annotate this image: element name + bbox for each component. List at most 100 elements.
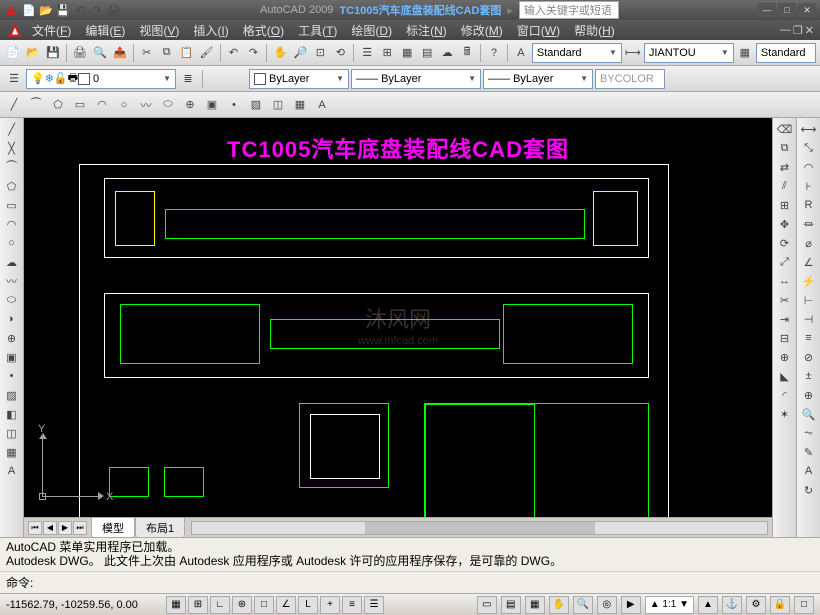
app-menu-button[interactable] — [4, 3, 18, 17]
vregion-icon[interactable]: ◫ — [3, 424, 21, 442]
layer-state-icon[interactable]: ≣ — [178, 69, 198, 89]
clean-screen-icon[interactable]: □ — [794, 596, 814, 614]
workspace-switch-icon[interactable]: ⚙ — [746, 596, 766, 614]
tablestyle-combo[interactable]: Standard — [756, 43, 816, 63]
vpolygon-icon[interactable]: ⬠ — [3, 177, 21, 195]
center-mark-icon[interactable]: ⊕ — [800, 386, 818, 404]
line-icon[interactable]: ╱ — [4, 95, 24, 115]
infocenter-search[interactable]: 输入关键字或短语 — [519, 1, 619, 19]
textstyle-icon[interactable]: A — [512, 43, 530, 63]
paste-icon[interactable]: 📋 — [178, 43, 196, 63]
dim-linear-icon[interactable]: ⟷ — [800, 120, 818, 138]
polygon-icon[interactable]: ⬠ — [48, 95, 68, 115]
scale-icon[interactable]: ⤢ — [776, 253, 794, 271]
maximize-button[interactable]: □ — [778, 3, 796, 17]
lwt-toggle[interactable]: ≡ — [342, 596, 362, 614]
quickview-drawings-icon[interactable]: ▦ — [525, 596, 545, 614]
menu-w[interactable]: 窗口(W) — [511, 20, 566, 41]
zoom-realtime-icon[interactable]: 🔎 — [291, 43, 309, 63]
doc-minimize-button[interactable]: — — [780, 24, 791, 37]
plot-icon[interactable]: 🖨 — [71, 43, 89, 63]
tab-first-icon[interactable]: ⏮ — [28, 521, 42, 535]
autocad-logo-icon[interactable] — [6, 21, 24, 39]
menu-o[interactable]: 格式(O) — [237, 20, 290, 41]
menu-m[interactable]: 修改(M) — [455, 20, 509, 41]
insert-icon[interactable]: ⊕ — [180, 95, 200, 115]
qat-redo-icon[interactable]: ↷ — [90, 3, 104, 17]
dim-radius-icon[interactable]: R — [800, 196, 818, 214]
vcircle-icon[interactable]: ○ — [3, 234, 21, 252]
otrack-toggle[interactable]: ∠ — [276, 596, 296, 614]
vhatch-icon[interactable]: ▨ — [3, 386, 21, 404]
vpoint-icon[interactable]: • — [3, 367, 21, 385]
dim-dia-icon[interactable]: ⌀ — [800, 234, 818, 252]
offset-icon[interactable]: ⫽ — [776, 177, 794, 195]
qat-new-icon[interactable]: 📄 — [22, 3, 36, 17]
zoom-prev-icon[interactable]: ⟲ — [331, 43, 349, 63]
dim-inspect-icon[interactable]: 🔍 — [800, 405, 818, 423]
hscrollbar[interactable] — [191, 521, 768, 535]
stretch-icon[interactable]: ↔ — [776, 272, 794, 290]
menu-e[interactable]: 编辑(E) — [79, 20, 131, 41]
vmake-icon[interactable]: ▣ — [3, 348, 21, 366]
tab-prev-icon[interactable]: ◀ — [43, 521, 57, 535]
tool-palette-icon[interactable]: ▦ — [398, 43, 416, 63]
doc-restore-button[interactable]: ❐ — [793, 24, 803, 37]
join-icon[interactable]: ⊕ — [776, 348, 794, 366]
mirror-icon[interactable]: ⇄ — [776, 158, 794, 176]
ellipse-icon[interactable]: ⬭ — [158, 95, 178, 115]
model-paper-toggle[interactable]: ▭ — [477, 596, 497, 614]
vline-icon[interactable]: ╱ — [3, 120, 21, 138]
menu-t[interactable]: 工具(T) — [292, 20, 343, 41]
vgradient-icon[interactable]: ◧ — [3, 405, 21, 423]
rotate-icon[interactable]: ⟳ — [776, 234, 794, 252]
polar-toggle[interactable]: ⊛ — [232, 596, 252, 614]
layer-combo[interactable]: 💡❄🔓🖶 0▼ — [26, 69, 176, 89]
osnap-toggle[interactable]: □ — [254, 596, 274, 614]
dim-ord-icon[interactable]: ⊦ — [800, 177, 818, 195]
spline-icon[interactable]: 〰 — [136, 95, 156, 115]
qat-undo-icon[interactable]: ↶ — [73, 3, 87, 17]
annotation-autoscale-icon[interactable]: ⚓ — [722, 596, 742, 614]
fillet-icon[interactable]: ◜ — [776, 386, 794, 404]
arc-icon[interactable]: ◠ — [92, 95, 112, 115]
dim-tedit-icon[interactable]: A — [800, 462, 818, 480]
minimize-button[interactable]: — — [758, 3, 776, 17]
vrevcloud-icon[interactable]: ☁ — [3, 253, 21, 271]
chamfer-icon[interactable]: ◣ — [776, 367, 794, 385]
tab-last-icon[interactable]: ⏭ — [73, 521, 87, 535]
dim-space-icon[interactable]: ≡ — [800, 329, 818, 347]
design-center-icon[interactable]: ⊞ — [378, 43, 396, 63]
explode-icon[interactable]: ✶ — [776, 405, 794, 423]
qat-print-icon[interactable]: 🖨 — [107, 3, 121, 17]
dim-jog-icon[interactable]: ⏛ — [800, 215, 818, 233]
command-input[interactable] — [37, 576, 814, 590]
color-combo[interactable]: ByLayer▼ — [249, 69, 349, 89]
dimstyle-icon[interactable]: ⟼ — [624, 43, 642, 63]
publish-icon[interactable]: 📤 — [111, 43, 129, 63]
dim-base-icon[interactable]: ⊢ — [800, 291, 818, 309]
dyn-toggle[interactable]: + — [320, 596, 340, 614]
close-button[interactable]: ✕ — [798, 3, 816, 17]
match-icon[interactable]: 🖌 — [198, 43, 216, 63]
dim-cont-icon[interactable]: ⊣ — [800, 310, 818, 328]
new-icon[interactable]: 📄 — [4, 43, 22, 63]
pan-status-icon[interactable]: ✋ — [549, 596, 569, 614]
region-icon[interactable]: ◫ — [268, 95, 288, 115]
vrect-icon[interactable]: ▭ — [3, 196, 21, 214]
vpolyline-icon[interactable]: ⏜ — [3, 158, 21, 176]
vellipsearc-icon[interactable]: ◗ — [3, 310, 21, 328]
menu-n[interactable]: 标注(N) — [400, 20, 453, 41]
showmotion-icon[interactable]: ▶ — [621, 596, 641, 614]
zoom-status-icon[interactable]: 🔍 — [573, 596, 593, 614]
pline-icon[interactable]: ⏜ — [26, 95, 46, 115]
dim-arc-icon[interactable]: ◠ — [800, 158, 818, 176]
move-icon[interactable]: ✥ — [776, 215, 794, 233]
block-icon[interactable]: ▣ — [202, 95, 222, 115]
vinsert-icon[interactable]: ⊕ — [3, 329, 21, 347]
lineweight-combo[interactable]: —— ByLayer▼ — [351, 69, 481, 89]
doc-close-button[interactable]: ✕ — [805, 24, 814, 37]
dim-quick-icon[interactable]: ⚡ — [800, 272, 818, 290]
coordinate-readout[interactable]: -11562.79, -10259.56, 0.00 — [6, 599, 156, 611]
break-icon[interactable]: ⊟ — [776, 329, 794, 347]
